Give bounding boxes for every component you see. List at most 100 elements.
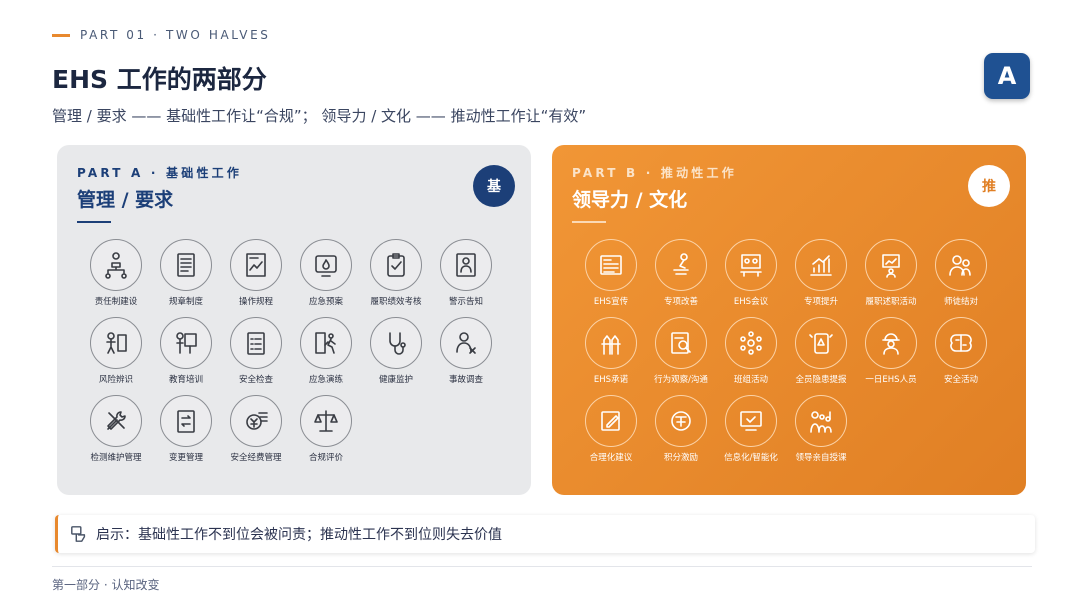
item-label: EHS会议 bbox=[733, 297, 769, 307]
item-tools: 检测维护管理 bbox=[81, 395, 151, 463]
item-investigation: 事故调查 bbox=[431, 317, 501, 385]
checklist-icon bbox=[230, 317, 282, 369]
item-label: 积分激励 bbox=[663, 453, 698, 463]
document-list-icon bbox=[160, 239, 212, 291]
panel-a-badge: 基 bbox=[473, 165, 515, 207]
panel-a-grid: 责任制建设 规章制度 操作规程 应急预案 履职绩效考核 警示告知 风险辨识 教育培训 安全检查 应… bbox=[81, 239, 501, 463]
commitment-icon bbox=[585, 317, 637, 369]
item-label: 安全活动 bbox=[943, 375, 978, 385]
footer-divider bbox=[52, 566, 1032, 567]
org-chart-icon bbox=[90, 239, 142, 291]
item-label: 一日EHS人员 bbox=[865, 375, 917, 385]
item-fire-alert: 应急预案 bbox=[291, 239, 361, 307]
risk-identify-icon bbox=[90, 317, 142, 369]
panel-a-title: 管理 / 要求 bbox=[77, 189, 174, 211]
item-report: 履职述职活动 bbox=[856, 239, 926, 307]
kicker-accent-bar bbox=[52, 33, 70, 37]
item-label: 教育培训 bbox=[168, 375, 203, 385]
meeting-icon bbox=[725, 239, 777, 291]
panel-b-grid: EHS宣传 专项改善 EHS会议 专项提升 履职述职活动 师徒结对 EHS承诺 行为观察/沟通… bbox=[576, 239, 996, 463]
item-brain: 安全活动 bbox=[926, 317, 996, 385]
item-label: 安全经费管理 bbox=[230, 453, 282, 463]
points-icon bbox=[655, 395, 707, 447]
item-label: 应急预案 bbox=[308, 297, 343, 307]
item-label: 履职绩效考核 bbox=[370, 297, 422, 307]
panel-a: PART A · 基础性工作 管理 / 要求 基 责任制建设 规章制度 操作规程 应急… bbox=[57, 145, 531, 495]
item-label: 安全检查 bbox=[238, 375, 273, 385]
item-scale: 合规评价 bbox=[291, 395, 361, 463]
panel-b-badge: 推 bbox=[968, 165, 1010, 207]
digital-icon bbox=[725, 395, 777, 447]
hand-pointer-icon bbox=[71, 526, 86, 542]
observation-icon bbox=[655, 317, 707, 369]
item-checklist: 安全检查 bbox=[221, 317, 291, 385]
panel-a-tag: PART A · 基础性工作 bbox=[77, 166, 243, 180]
brain-icon bbox=[935, 317, 987, 369]
panel-a-underline bbox=[77, 221, 111, 223]
safety-worker-icon bbox=[865, 317, 917, 369]
page-title: EHS 工作的两部分 bbox=[52, 65, 267, 94]
item-mentor: 师徒结对 bbox=[926, 239, 996, 307]
panel-b-title: 领导力 / 文化 bbox=[572, 189, 688, 211]
insight-note: 启示：基础性工作不到位会被问责；推动性工作不到位则失去价值 bbox=[55, 515, 1035, 553]
investigation-icon bbox=[440, 317, 492, 369]
item-label: 健康监护 bbox=[378, 375, 413, 385]
leader-lecture-icon bbox=[795, 395, 847, 447]
item-label: 变更管理 bbox=[168, 453, 203, 463]
item-clipboard-check: 履职绩效考核 bbox=[361, 239, 431, 307]
item-label: 风险辨识 bbox=[98, 375, 133, 385]
scale-icon bbox=[300, 395, 352, 447]
item-label: 检测维护管理 bbox=[90, 453, 142, 463]
fire-alert-icon bbox=[300, 239, 352, 291]
item-hazard-report: 全员隐患提报 bbox=[786, 317, 856, 385]
item-label: 责任制建设 bbox=[94, 297, 138, 307]
item-procedure-doc: 操作规程 bbox=[221, 239, 291, 307]
item-team: 班组活动 bbox=[716, 317, 786, 385]
kicker-text: PART 01 · TWO HALVES bbox=[80, 28, 271, 42]
procedure-doc-icon bbox=[230, 239, 282, 291]
item-emergency-exit: 应急演练 bbox=[291, 317, 361, 385]
item-label: 全员隐患提报 bbox=[795, 375, 847, 385]
item-commitment: EHS承诺 bbox=[576, 317, 646, 385]
item-warning-board: 警示告知 bbox=[431, 239, 501, 307]
item-news: EHS宣传 bbox=[576, 239, 646, 307]
item-label: 应急演练 bbox=[308, 375, 343, 385]
item-label: 操作规程 bbox=[238, 297, 273, 307]
mentor-icon bbox=[935, 239, 987, 291]
item-training: 教育培训 bbox=[151, 317, 221, 385]
item-safety-worker: 一日EHS人员 bbox=[856, 317, 926, 385]
stethoscope-icon bbox=[370, 317, 422, 369]
item-label: EHS宣传 bbox=[593, 297, 629, 307]
item-suggestion: 合理化建议 bbox=[576, 395, 646, 463]
training-icon bbox=[160, 317, 212, 369]
item-digital: 信息化/智能化 bbox=[716, 395, 786, 463]
item-label: 专项提升 bbox=[803, 297, 838, 307]
item-label: 事故调查 bbox=[448, 375, 483, 385]
team-icon bbox=[725, 317, 777, 369]
item-label: 警示告知 bbox=[448, 297, 483, 307]
item-label: 师徒结对 bbox=[943, 297, 978, 307]
section-kicker: PART 01 · TWO HALVES bbox=[52, 28, 270, 42]
footer-text: 第一部分 · 认知改变 bbox=[52, 578, 160, 592]
item-org-chart: 责任制建设 bbox=[81, 239, 151, 307]
item-change-doc: 变更管理 bbox=[151, 395, 221, 463]
suggestion-icon bbox=[585, 395, 637, 447]
item-risk-identify: 风险辨识 bbox=[81, 317, 151, 385]
panel-b: PART B · 推动性工作 领导力 / 文化 推 EHS宣传 专项改善 EHS会议… bbox=[552, 145, 1026, 495]
item-growth-chart: 专项提升 bbox=[786, 239, 856, 307]
funding-icon bbox=[230, 395, 282, 447]
item-stethoscope: 健康监护 bbox=[361, 317, 431, 385]
emergency-exit-icon bbox=[300, 317, 352, 369]
item-label: 合规评价 bbox=[308, 453, 343, 463]
news-icon bbox=[585, 239, 637, 291]
item-label: 领导亲自授课 bbox=[795, 453, 847, 463]
item-leader-lecture: 领导亲自授课 bbox=[786, 395, 856, 463]
item-meeting: EHS会议 bbox=[716, 239, 786, 307]
tools-icon bbox=[90, 395, 142, 447]
growth-chart-icon bbox=[795, 239, 847, 291]
item-label: 合理化建议 bbox=[589, 453, 633, 463]
item-funding: 安全经费管理 bbox=[221, 395, 291, 463]
hazard-report-icon bbox=[795, 317, 847, 369]
panel-b-underline bbox=[572, 221, 606, 223]
item-label: EHS承诺 bbox=[593, 375, 629, 385]
